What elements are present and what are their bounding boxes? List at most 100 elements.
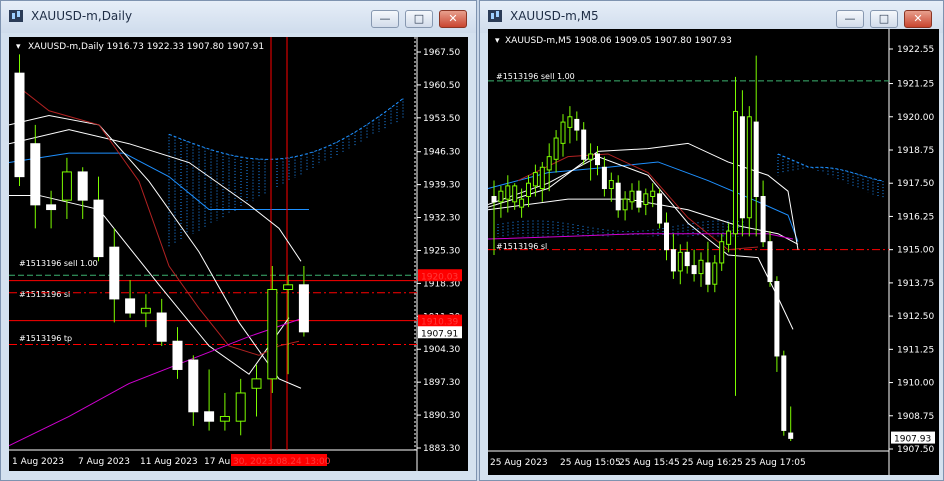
moving-average-magenta bbox=[488, 233, 794, 240]
candle-body bbox=[30, 143, 41, 206]
y-axis-tick-label: 1916.25 bbox=[897, 212, 934, 222]
y-axis-tick-label: 1907.50 bbox=[897, 445, 934, 455]
candle-body bbox=[46, 204, 57, 211]
x-axis-tick-label: 25 Aug 17:05 bbox=[745, 458, 806, 468]
y-axis-tick-label: 1912.50 bbox=[897, 312, 934, 322]
window-title: XAUUSD-m,Daily bbox=[31, 9, 133, 23]
candle-body bbox=[156, 312, 167, 342]
close-button[interactable]: ✕ bbox=[904, 10, 932, 28]
candle-body bbox=[93, 199, 104, 258]
chart-menu-icon[interactable]: ▾ bbox=[16, 42, 21, 52]
moving-average-slow bbox=[9, 129, 302, 262]
candle-body bbox=[705, 262, 711, 285]
y-axis-tick-label: 1953.50 bbox=[423, 114, 460, 124]
y-axis-tick-label: 1915.00 bbox=[897, 246, 934, 256]
candle-body bbox=[526, 182, 531, 198]
candle-body bbox=[567, 116, 573, 128]
order-label-sell: #1513196 sell 1.00 bbox=[19, 259, 98, 268]
candle-body bbox=[498, 190, 504, 203]
candle-body bbox=[774, 281, 780, 357]
candle-body bbox=[574, 118, 580, 131]
candle-body bbox=[691, 265, 697, 275]
candle-body bbox=[677, 251, 683, 272]
price-tag-label: 1920.03 bbox=[421, 272, 458, 282]
candle-body bbox=[643, 193, 649, 205]
candle-body bbox=[560, 121, 566, 144]
candle-body bbox=[746, 116, 752, 219]
candle-body bbox=[733, 110, 738, 235]
candle-body bbox=[601, 166, 607, 190]
candle-body bbox=[491, 196, 497, 203]
price-tag-label: 1907.93 bbox=[894, 435, 931, 445]
candle-body bbox=[283, 284, 294, 291]
candle-body bbox=[698, 259, 704, 275]
candle-body bbox=[657, 193, 663, 224]
y-axis-tick-label: 1967.50 bbox=[423, 48, 460, 58]
candle-body bbox=[546, 156, 552, 171]
candle-body bbox=[251, 378, 262, 389]
candle-body bbox=[670, 249, 676, 272]
maximize-button[interactable]: □ bbox=[405, 10, 433, 28]
x-axis-tick-label: 25 Aug 16:25 bbox=[682, 458, 743, 468]
chart-window-icon bbox=[488, 10, 502, 22]
chart-area-m5[interactable]: ▾ XAUUSD-m,M5 1908.06 1909.05 1907.80 19… bbox=[488, 29, 939, 475]
y-axis-tick-label: 1925.30 bbox=[423, 246, 460, 256]
candle-body bbox=[204, 411, 215, 422]
candle-body bbox=[125, 298, 136, 314]
minimize-button[interactable]: — bbox=[836, 10, 864, 28]
candle-body bbox=[519, 198, 525, 208]
candle-body bbox=[219, 415, 230, 422]
y-axis-tick-label: 1960.50 bbox=[423, 81, 460, 91]
candle-body bbox=[608, 180, 614, 190]
window-title: XAUUSD-m,M5 bbox=[510, 9, 599, 23]
candle-body bbox=[684, 251, 690, 267]
y-axis-tick-label: 1904.30 bbox=[423, 345, 460, 355]
order-label-sl: #1513196 sl bbox=[19, 290, 70, 299]
x-axis-tick-label: 1 Aug 2023 bbox=[12, 457, 64, 467]
candle-body bbox=[14, 72, 25, 178]
y-axis-tick-label: 1910.00 bbox=[897, 379, 934, 389]
maximize-button[interactable]: □ bbox=[870, 10, 898, 28]
x-axis-tick-label: 11 Aug 2023 bbox=[140, 457, 198, 467]
y-axis-tick-label: 1913.75 bbox=[897, 279, 934, 289]
candle-body bbox=[512, 185, 518, 203]
x-axis-tick-label: 17 Au bbox=[204, 457, 230, 467]
chart-area-daily[interactable]: ▾ XAUUSD-m,Daily 1916.73 1922.33 1907.80… bbox=[9, 37, 468, 471]
candle-body bbox=[629, 190, 635, 203]
candle-body bbox=[760, 196, 766, 243]
candle-body bbox=[140, 307, 151, 314]
candle-body bbox=[539, 166, 545, 190]
candle-body bbox=[664, 222, 669, 251]
candle-body bbox=[622, 198, 628, 211]
time-highlight-label: 30, 2023.08.24 13:00 bbox=[233, 457, 331, 467]
candle-body bbox=[712, 262, 718, 285]
order-label-sell: #1513196 sell 1.00 bbox=[496, 72, 575, 81]
candle-body bbox=[767, 241, 773, 283]
x-axis-tick-label: 25 Aug 15:45 bbox=[619, 458, 680, 468]
symbol-ohlc-label: XAUUSD-m,Daily 1916.73 1922.33 1907.80 1… bbox=[28, 42, 264, 52]
candle-body bbox=[726, 230, 732, 245]
close-button[interactable]: ✕ bbox=[439, 10, 467, 28]
y-axis-tick-label: 1897.30 bbox=[423, 378, 460, 388]
chart-menu-icon[interactable]: ▾ bbox=[495, 36, 500, 46]
y-axis-tick-label: 1917.50 bbox=[897, 179, 934, 189]
candle-body bbox=[781, 355, 787, 431]
titlebar-daily[interactable]: XAUUSD-m,Daily — □ ✕ bbox=[1, 1, 476, 33]
candle-body bbox=[505, 185, 511, 200]
y-axis-tick-label: 1890.30 bbox=[423, 411, 460, 421]
y-axis-tick-label: 1922.55 bbox=[897, 45, 934, 55]
candle-body bbox=[719, 241, 725, 264]
window-daily: XAUUSD-m,Daily — □ ✕ ▾ XAUUSD-m,Daily 19… bbox=[0, 0, 477, 481]
price-tag-label: 1910.39 bbox=[421, 318, 458, 328]
window-m5: XAUUSD-m,M5 — □ ✕ ▾ XAUUSD-m,M5 1908.06 … bbox=[479, 0, 944, 481]
candle-body bbox=[298, 284, 309, 333]
candle-body bbox=[588, 153, 594, 160]
ichimoku-span-a bbox=[168, 98, 404, 160]
candle-body bbox=[109, 246, 120, 300]
candle-body bbox=[61, 171, 72, 201]
y-axis-tick-label: 1883.30 bbox=[423, 444, 460, 454]
y-axis-tick-label: 1946.30 bbox=[423, 148, 460, 158]
candle-body bbox=[615, 182, 621, 211]
chart-window-icon bbox=[9, 10, 23, 22]
minimize-button[interactable]: — bbox=[371, 10, 399, 28]
